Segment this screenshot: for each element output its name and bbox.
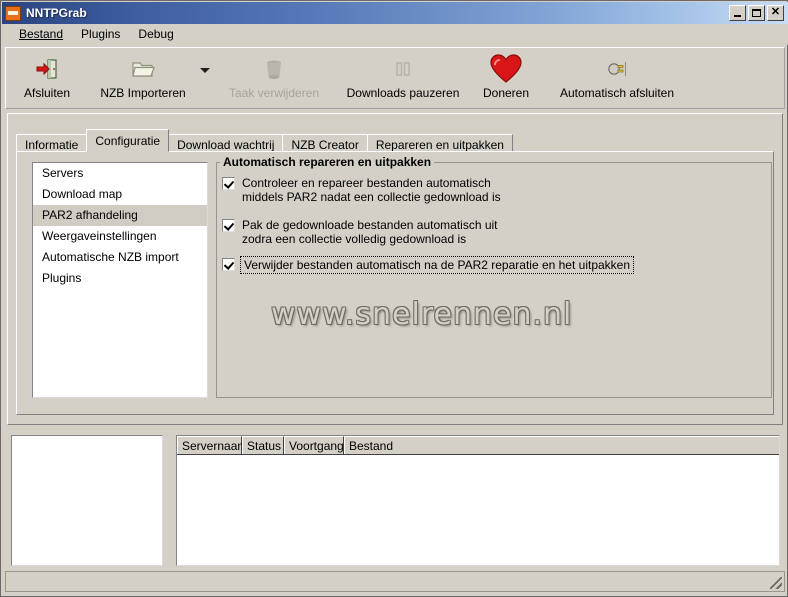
column-header-status-label: Status <box>247 439 282 453</box>
column-header-servernaam-label: Servernaam <box>182 439 248 453</box>
tab-download-wachtrij-label: Download wachtrij <box>177 138 275 152</box>
category-item-download-map-label: Download map <box>42 187 123 201</box>
exit-icon <box>35 54 59 84</box>
toolbar-label-downloads-pauzeren: Downloads pauzeren <box>346 86 460 100</box>
auto-repair-groupbox-title: Automatisch repareren en uitpakken <box>220 155 435 169</box>
toolbar: Afsluiten NZB Importeren Taak verwijdere… <box>5 47 785 109</box>
category-item-plugins-label: Plugins <box>42 271 82 285</box>
category-item-par2-afhandeling[interactable]: PAR2 afhandeling <box>33 205 207 226</box>
checkbox-row-auto-delete[interactable]: Verwijder bestanden automatisch na de PA… <box>222 256 742 274</box>
tab-nzb-creator-label: NZB Creator <box>291 138 359 152</box>
close-button[interactable]: ✕ <box>767 5 784 21</box>
toolbar-button-automatisch-afsluiten[interactable]: Automatisch afsluiten <box>542 48 692 102</box>
category-item-automatische-nzb-import[interactable]: Automatische NZB import <box>33 247 207 268</box>
trash-icon <box>263 54 285 84</box>
app-icon <box>5 5 21 21</box>
resize-grip-icon[interactable] <box>770 577 782 589</box>
connections-table-header: Servernaam Status Voortgang Bestand <box>177 436 779 455</box>
checkbox-auto-delete-label: Verwijder bestanden automatisch na de PA… <box>240 256 635 274</box>
category-item-plugins[interactable]: Plugins <box>33 268 207 289</box>
menu-item-debug[interactable]: Debug <box>129 25 182 44</box>
tab-strip: Informatie Configuratie Download wachtri… <box>16 129 513 154</box>
tab-informatie-label: Informatie <box>25 138 79 152</box>
toolbar-button-nzb-importeren[interactable]: NZB Importeren <box>88 48 198 102</box>
toolbar-label-automatisch-afsluiten: Automatisch afsluiten <box>559 86 675 100</box>
checkbox-row-auto-repair[interactable]: Controleer en repareer bestanden automat… <box>222 176 742 204</box>
chevron-down-icon[interactable] <box>200 68 210 73</box>
main-content-panel: Informatie Configuratie Download wachtri… <box>7 113 783 425</box>
category-item-automatische-nzb-import-label: Automatische NZB import <box>42 250 179 264</box>
power-plug-icon <box>605 54 629 84</box>
window-title: NNTPGrab <box>26 6 87 20</box>
status-bar <box>5 571 785 592</box>
minimize-icon <box>734 15 741 17</box>
toolbar-label-doneren: Doneren <box>482 86 530 100</box>
menu-item-plugins[interactable]: Plugins <box>72 25 129 44</box>
checkbox-auto-repair-label: Controleer en repareer bestanden automat… <box>242 176 501 204</box>
maximize-button[interactable] <box>748 5 765 21</box>
window-buttons: ✕ <box>729 5 784 21</box>
menu-bar: Bestand Plugins Debug <box>2 24 788 45</box>
toolbar-label-taak-verwijderen: Taak verwijderen <box>228 86 320 100</box>
checkbox-auto-repair[interactable] <box>222 177 235 190</box>
pause-icon <box>393 54 413 84</box>
tab-repareren-en-uitpakken-label: Repareren en uitpakken <box>375 138 504 152</box>
toolbar-label-afsluiten: Afsluiten <box>23 86 71 100</box>
toolbar-button-downloads-pauzeren[interactable]: Downloads pauzeren <box>336 48 470 102</box>
column-header-servernaam[interactable]: Servernaam <box>177 436 247 454</box>
log-panel[interactable] <box>11 435 163 566</box>
category-item-download-map[interactable]: Download map <box>33 184 207 205</box>
category-item-par2-afhandeling-label: PAR2 afhandeling <box>42 208 138 222</box>
column-header-voortgang-label: Voortgang <box>289 439 344 453</box>
checkbox-row-auto-unpack[interactable]: Pak de gedownloade bestanden automatisch… <box>222 218 742 246</box>
menu-item-bestand-label: Bestand <box>19 27 64 41</box>
minimize-button[interactable] <box>729 5 746 21</box>
configuration-category-list[interactable]: Servers Download map PAR2 afhandeling We… <box>32 162 208 398</box>
tab-configuratie[interactable]: Configuratie <box>86 129 170 152</box>
category-item-servers[interactable]: Servers <box>33 163 207 184</box>
menu-item-bestand[interactable]: Bestand <box>10 25 72 44</box>
close-icon: ✕ <box>770 6 781 18</box>
menu-item-debug-label: Debug <box>138 27 174 41</box>
toolbar-button-taak-verwijderen[interactable]: Taak verwijderen <box>212 48 336 102</box>
connections-panel[interactable]: Servernaam Status Voortgang Bestand <box>176 435 780 566</box>
toolbar-button-afsluiten[interactable]: Afsluiten <box>6 48 88 102</box>
column-header-status[interactable]: Status <box>242 436 284 454</box>
title-bar: NNTPGrab ✕ <box>2 2 788 24</box>
application-window: NNTPGrab ✕ Bestand Plugins Debug Afsluit… <box>0 0 788 597</box>
tab-configuratie-label: Configuratie <box>95 134 161 148</box>
menu-item-plugins-label: Plugins <box>81 27 121 41</box>
toolbar-label-nzb-importeren: NZB Importeren <box>100 86 186 100</box>
category-item-weergaveinstellingen[interactable]: Weergaveinstellingen <box>33 226 207 247</box>
column-header-bestand-label: Bestand <box>349 439 394 453</box>
column-header-voortgang[interactable]: Voortgang <box>284 436 344 454</box>
folder-open-icon <box>131 54 155 84</box>
category-item-servers-label: Servers <box>42 166 84 180</box>
toolbar-button-doneren[interactable]: Doneren <box>470 48 542 102</box>
column-header-bestand[interactable]: Bestand <box>344 436 779 454</box>
checkbox-auto-unpack-label: Pak de gedownloade bestanden automatisch… <box>242 218 498 246</box>
checkbox-auto-unpack[interactable] <box>222 219 235 232</box>
category-item-weergaveinstellingen-label: Weergaveinstellingen <box>42 229 157 243</box>
heart-icon <box>490 54 522 84</box>
maximize-icon <box>752 9 761 17</box>
checkbox-auto-delete[interactable] <box>222 258 235 271</box>
